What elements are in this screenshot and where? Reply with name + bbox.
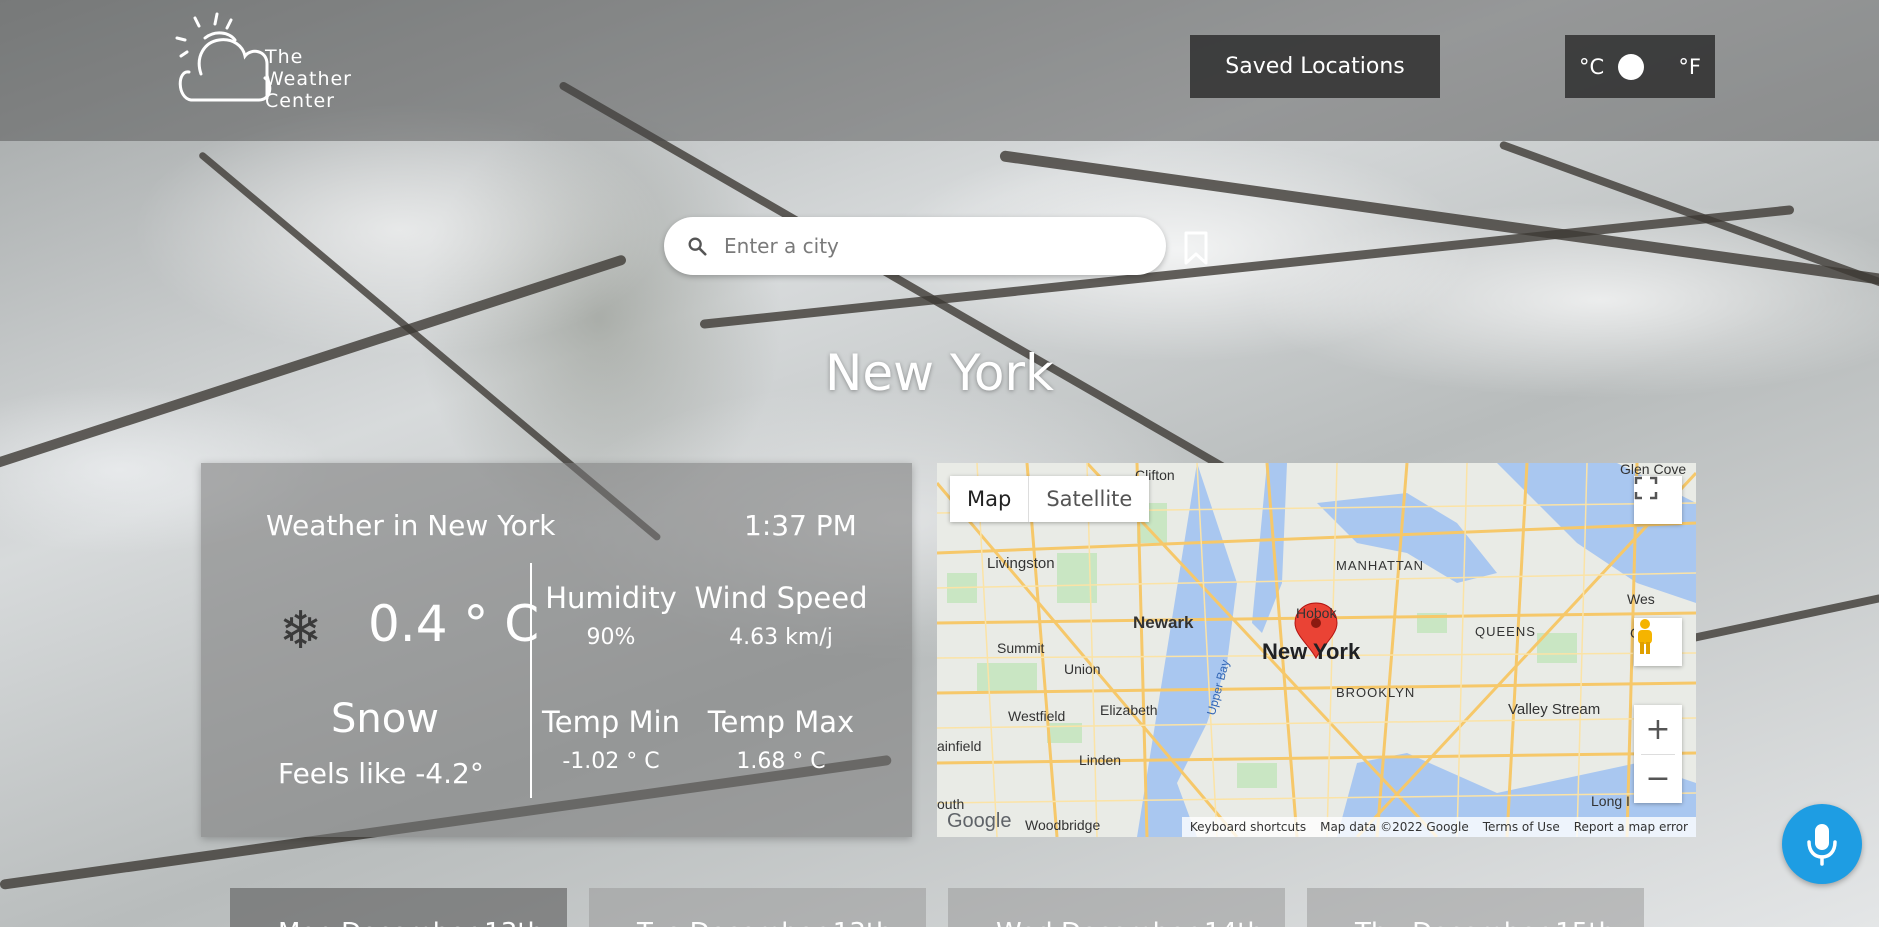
map-label: Woodbridge (1025, 817, 1101, 833)
search-icon (688, 237, 707, 256)
feels-like: Feels like -4.2° (278, 757, 484, 790)
temp-min-value: -1.02 ° C (562, 749, 660, 774)
wind-label: Wind Speed (694, 581, 868, 615)
weather-condition: Snow (331, 696, 439, 742)
google-logo: Google (947, 810, 1012, 832)
logo-text-line: Weather (265, 68, 352, 90)
map-label: Wes (1627, 591, 1655, 607)
forecast-day-label: Tue December 13th (637, 918, 893, 927)
forecast-day-card[interactable]: Mon December 13th (230, 888, 567, 927)
forecast-day-label: Mon December 13th (278, 918, 544, 927)
logo-text-line: Center (265, 90, 335, 112)
pegman-icon (1638, 619, 1652, 654)
bookmark-icon[interactable] (1183, 230, 1209, 266)
temp-min-label: Temp Min (542, 705, 680, 739)
report-error-link[interactable]: Report a map error (1574, 820, 1688, 834)
zoom-control: + − (1634, 705, 1682, 803)
forecast-day-card[interactable]: Thu December 15th (1307, 888, 1644, 927)
tab-map[interactable]: Map (950, 476, 1028, 522)
tab-satellite[interactable]: Satellite (1028, 476, 1149, 522)
map-center-label: New York (1262, 639, 1361, 664)
map-label: Linden (1079, 752, 1122, 768)
unit-celsius-label: °C (1579, 54, 1605, 79)
humidity-value: 90% (586, 625, 636, 650)
temp-max-value: 1.68 ° C (736, 749, 826, 774)
current-weather-card: Weather in New York 1:37 PM ❄ 0.4 ° C Sn… (201, 463, 912, 837)
map-label: ainfield (937, 738, 982, 754)
map-label: Hobok (1296, 605, 1337, 621)
map-label: Summit (997, 640, 1045, 656)
forecast-day-label: Thu December 15th (1355, 918, 1615, 927)
map-footer: Keyboard shortcuts Map data ©2022 Google… (1181, 817, 1696, 837)
humidity-stat: Humidity 90% (543, 581, 679, 650)
top-bar: The Weather Center Saved Locations °C °F (0, 0, 1879, 141)
wind-value: 4.63 km/j (729, 625, 833, 650)
logo-text: The Weather Center (265, 46, 352, 112)
voice-search-button[interactable] (1782, 804, 1862, 884)
map-label: Glen Cove (1620, 463, 1687, 477)
temp-max-label: Temp Max (707, 705, 855, 739)
city-search-input[interactable] (724, 234, 1166, 258)
search-bar (664, 217, 1166, 275)
local-time: 1:37 PM (744, 509, 857, 542)
weather-card-title: Weather in New York (266, 509, 556, 542)
map-label: Long I (1591, 793, 1630, 809)
toggle-knob[interactable] (1618, 53, 1645, 80)
map-label: Westfield (1008, 708, 1066, 724)
map-label: QUEENS (1475, 624, 1536, 639)
city-title: New York (825, 344, 1054, 402)
snowflake-icon: ❄ (279, 601, 323, 661)
map-label: Newark (1133, 613, 1194, 632)
microphone-icon (1807, 824, 1837, 866)
current-temperature: 0.4 ° C (368, 595, 540, 653)
unit-fahrenheit-label: °F (1678, 54, 1701, 79)
map-label: Elizabeth (1100, 702, 1158, 718)
map-data-attribution: Map data ©2022 Google (1320, 820, 1469, 834)
map-label: MANHATTAN (1336, 558, 1424, 573)
saved-locations-button[interactable]: Saved Locations (1190, 35, 1440, 98)
fullscreen-icon (1634, 476, 1658, 500)
forecast-day-card[interactable]: Tue December 13th (589, 888, 926, 927)
forecast-day-card[interactable]: Wed December 14th (948, 888, 1285, 927)
street-view-button[interactable] (1634, 618, 1682, 666)
unit-toggle[interactable]: °C °F (1565, 35, 1715, 98)
zoom-out-button[interactable]: − (1645, 754, 1670, 803)
logo-text-line: The (265, 46, 304, 68)
temp-max-stat: Temp Max 1.68 ° C (698, 705, 864, 774)
map-type-tabs: Map Satellite (950, 476, 1150, 522)
temp-min-stat: Temp Min -1.02 ° C (534, 705, 688, 774)
map-label: Livingston (987, 555, 1055, 572)
map-label: Union (1064, 661, 1101, 677)
keyboard-shortcuts-link[interactable]: Keyboard shortcuts (1190, 820, 1306, 834)
map-label: BROOKLYN (1336, 685, 1416, 700)
wind-stat: Wind Speed 4.63 km/j (688, 581, 874, 650)
zoom-in-button[interactable]: + (1645, 705, 1670, 754)
forecast-day-label: Wed December 14th (996, 918, 1264, 927)
terms-link[interactable]: Terms of Use (1483, 820, 1560, 834)
map-widget[interactable]: Clifton Glen Cove Livingston MANHATTAN N… (937, 463, 1696, 837)
fullscreen-button[interactable] (1634, 476, 1682, 524)
humidity-label: Humidity (545, 581, 677, 615)
map-label: Valley Stream (1508, 701, 1601, 718)
